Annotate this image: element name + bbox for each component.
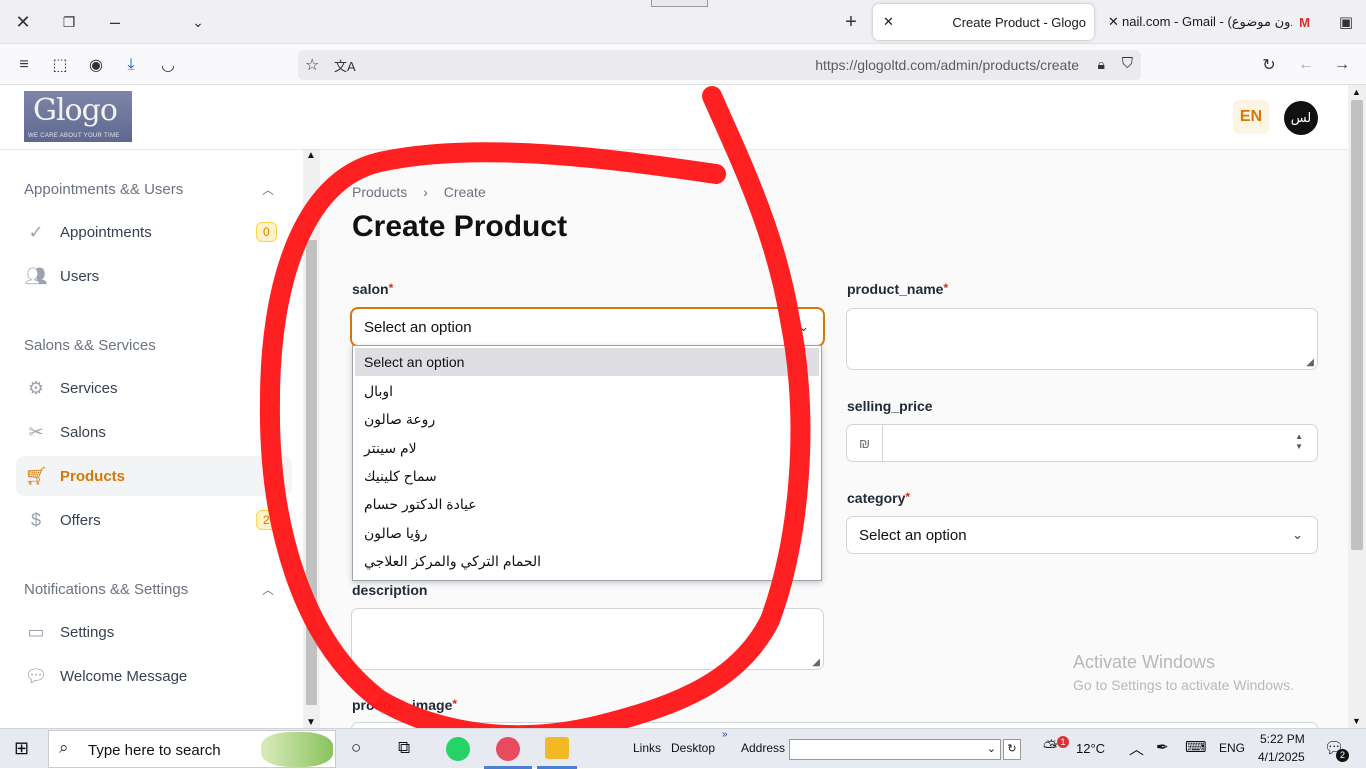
annotation-circle — [259, 86, 811, 746]
language-indicator[interactable]: ENG — [1219, 741, 1245, 755]
search-icon: ⌕ — [59, 738, 69, 757]
whatsapp-icon[interactable] — [446, 737, 470, 761]
clock-date[interactable]: 4/1/2025 — [1258, 750, 1305, 764]
chevron-double-icon[interactable]: » — [722, 729, 728, 740]
keyboard-icon[interactable]: ⌨ — [1185, 738, 1207, 756]
chevron-up-icon[interactable]: ︿ — [1129, 738, 1144, 759]
windows-start-icon[interactable]: ⊞ — [14, 738, 29, 759]
clock-time[interactable]: 5:22 PM — [1260, 732, 1305, 746]
address-toolbar-input[interactable]: ⌄ — [789, 739, 1001, 760]
taskbar-search-box[interactable]: ⌕ Type here to search — [48, 730, 336, 768]
pen-icon[interactable]: ✒ — [1156, 738, 1169, 756]
address-toolbar-label: Address — [741, 741, 786, 755]
weather-alert-badge: 1 — [1057, 736, 1069, 748]
task-view-icon[interactable]: ⧉ — [398, 738, 410, 758]
desktop-toolbar[interactable]: Desktop — [671, 741, 715, 755]
notification-count-badge: 2 — [1336, 749, 1349, 762]
links-toolbar[interactable]: Links — [633, 741, 661, 755]
weather-icon[interactable]: ⛅︎ — [1043, 737, 1057, 758]
taskbar-search-placeholder: Type here to search — [88, 742, 221, 759]
browser-app-icon[interactable] — [496, 737, 520, 761]
refresh-icon[interactable]: ↻ — [1003, 739, 1021, 760]
file-explorer-icon[interactable] — [545, 737, 569, 759]
cortana-icon[interactable]: ○ — [351, 738, 361, 758]
temperature-text[interactable]: 12°C — [1076, 741, 1105, 756]
windows-taskbar: ⊞ ⌕ Type here to search ○ ⧉ Links Deskto… — [0, 728, 1366, 769]
frog-illustration-icon — [261, 732, 333, 767]
chevron-down-icon[interactable]: ⌄ — [987, 742, 996, 755]
